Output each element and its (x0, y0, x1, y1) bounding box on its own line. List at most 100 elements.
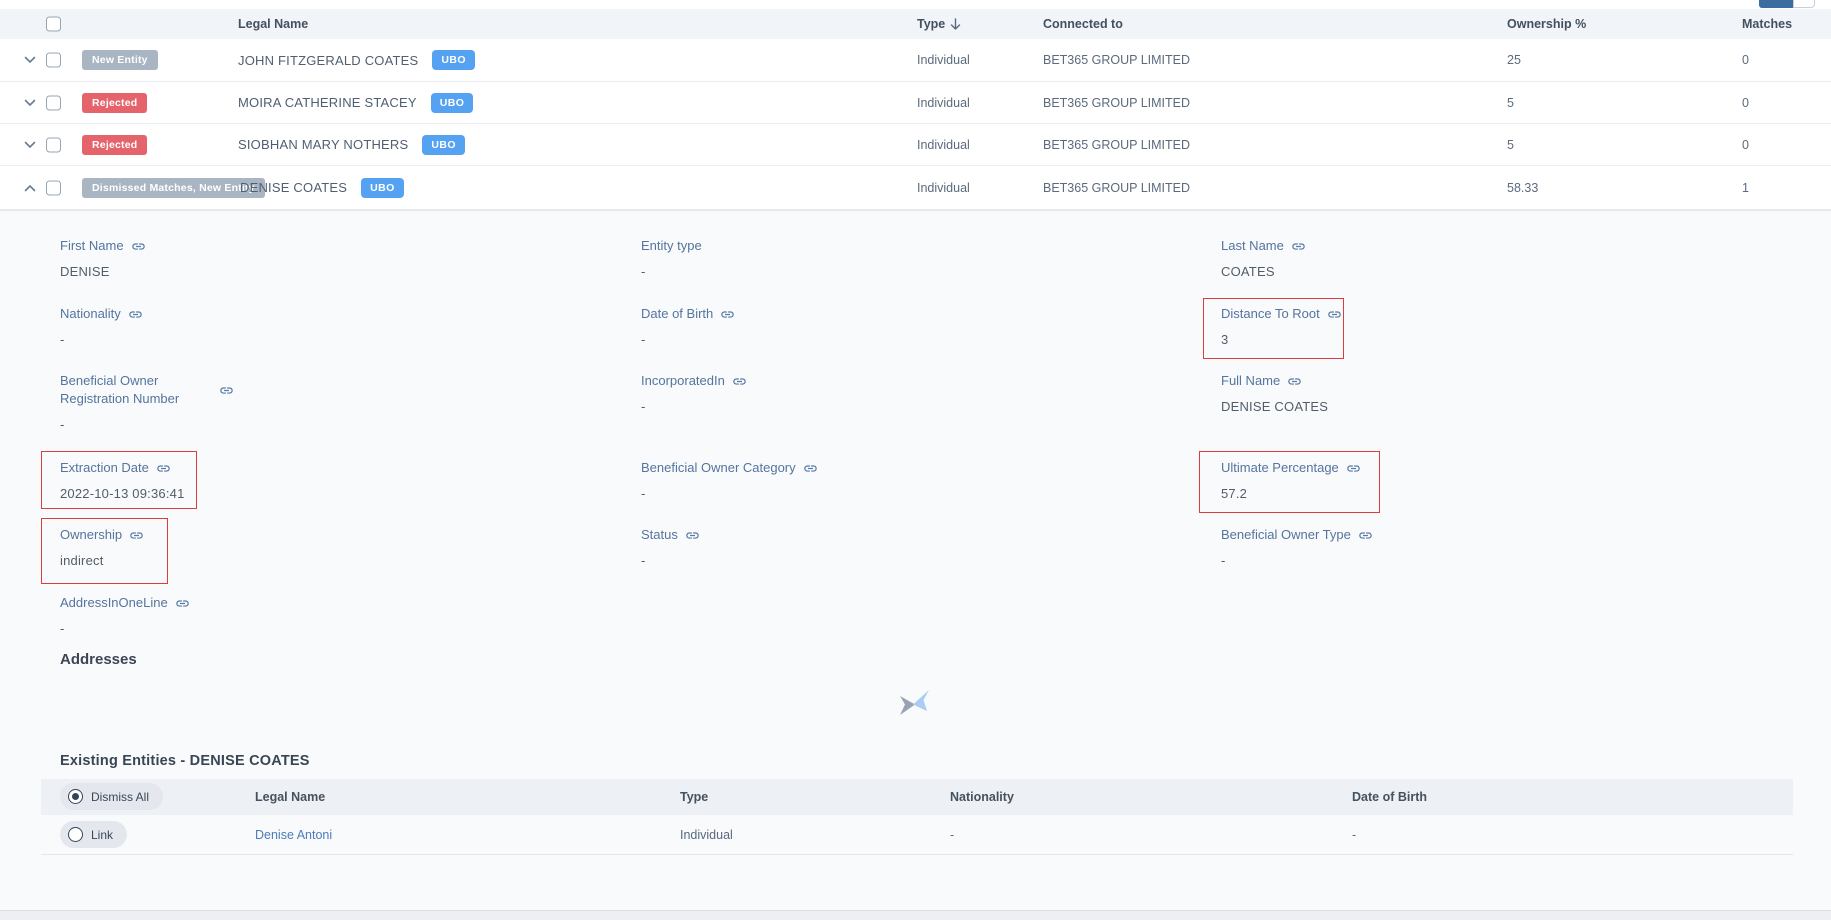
field-extraction-date: Extraction Date 2022-10-13 09:36:41 (60, 459, 185, 501)
column-date-of-birth: Date of Birth (1352, 790, 1427, 804)
ubo-badge: UBO (361, 178, 404, 198)
field-bo-category: Beneficial Owner Category - (641, 459, 818, 501)
link-radio[interactable]: Link (60, 821, 127, 848)
existing-entity-name-link[interactable]: Denise Antoni (255, 828, 332, 842)
field-label: Beneficial Owner Registration Number (60, 372, 212, 408)
existing-entity-dob: - (1352, 828, 1356, 842)
field-incorporated-in: IncorporatedIn - (641, 372, 747, 414)
field-value: - (60, 621, 190, 636)
ownership-cell: 5 (1507, 138, 1514, 152)
ubo-badge: UBO (422, 135, 465, 155)
field-nationality: Nationality - (60, 305, 143, 347)
existing-entity-row[interactable]: Link Denise Antoni Individual - - (41, 815, 1793, 855)
link-icon[interactable] (803, 461, 818, 476)
table-row[interactable]: Rejected SIOBHAN MARY NOTHERS UBO Indivi… (0, 124, 1831, 166)
field-value: 57.2 (1221, 486, 1361, 501)
field-label: Beneficial Owner Category (641, 459, 796, 477)
field-status: Status - (641, 526, 700, 568)
field-value: DENISE (60, 264, 146, 279)
view-toggle-inactive-segment[interactable] (1793, 0, 1815, 8)
ownership-cell: 25 (1507, 53, 1521, 67)
field-label: Ownership (60, 526, 122, 544)
column-type-sort[interactable]: Type (917, 17, 961, 31)
existing-entities-header: Dismiss All Legal Name Type Nationality … (41, 779, 1793, 815)
field-value: - (641, 399, 747, 414)
chevron-up-icon[interactable] (24, 184, 36, 192)
field-label: Entity type (641, 237, 702, 255)
field-label: Distance To Root (1221, 305, 1320, 323)
connected-to-cell: BET365 GROUP LIMITED (1043, 53, 1190, 67)
field-value: - (641, 264, 702, 279)
link-icon[interactable] (156, 461, 171, 476)
field-ultimate-percentage: Ultimate Percentage 57.2 (1221, 459, 1361, 501)
field-label: Beneficial Owner Type (1221, 526, 1351, 544)
status-badge: Rejected (82, 93, 147, 113)
type-cell: Individual (917, 181, 970, 195)
link-icon[interactable] (128, 307, 143, 322)
link-icon[interactable] (1291, 239, 1306, 254)
field-value: 3 (1221, 332, 1342, 347)
link-icon[interactable] (219, 383, 234, 398)
ownership-cell: 5 (1507, 96, 1514, 110)
existing-entity-nationality: - (950, 828, 954, 842)
row-checkbox[interactable] (46, 137, 61, 152)
status-badge: Rejected (82, 135, 147, 155)
view-toggle-active-segment[interactable] (1759, 0, 1793, 8)
link-icon[interactable] (685, 528, 700, 543)
field-label: Last Name (1221, 237, 1284, 255)
field-label: Ultimate Percentage (1221, 459, 1339, 477)
table-row[interactable]: New Entity JOHN FITZGERALD COATES UBO In… (0, 39, 1831, 82)
connected-to-cell: BET365 GROUP LIMITED (1043, 181, 1190, 195)
field-label: Status (641, 526, 678, 544)
row-checkbox[interactable] (46, 180, 61, 195)
link-icon[interactable] (131, 239, 146, 254)
row-checkbox[interactable] (46, 53, 61, 68)
table-header: Legal Name Type Connected to Ownership %… (0, 9, 1831, 39)
column-legal-name: Legal Name (238, 17, 308, 31)
chevron-down-icon[interactable] (24, 56, 36, 64)
link-icon[interactable] (720, 307, 735, 322)
field-value: - (641, 553, 700, 568)
row-checkbox[interactable] (46, 95, 61, 110)
field-label: IncorporatedIn (641, 372, 725, 390)
chevron-down-icon[interactable] (24, 141, 36, 149)
status-badge: Dismissed Matches, New Entity (82, 178, 265, 198)
field-distance-to-root: Distance To Root 3 (1221, 305, 1342, 347)
x-star-logo-icon (897, 689, 931, 719)
field-value: - (60, 332, 143, 347)
matches-cell: 0 (1742, 53, 1749, 67)
bottom-bar (0, 910, 1831, 920)
view-toggle[interactable] (1759, 0, 1815, 8)
link-icon[interactable] (1287, 374, 1302, 389)
type-cell: Individual (917, 138, 970, 152)
field-label: Extraction Date (60, 459, 149, 477)
dismiss-all-radio[interactable]: Dismiss All (60, 783, 163, 810)
select-all-checkbox[interactable] (46, 17, 61, 32)
field-value: COATES (1221, 264, 1306, 279)
type-cell: Individual (917, 53, 970, 67)
entity-detail-panel: First Name DENISE Entity type - Last Nam… (0, 210, 1831, 910)
link-icon[interactable] (732, 374, 747, 389)
link-icon[interactable] (1346, 461, 1361, 476)
sort-desc-icon (950, 18, 961, 31)
field-entity-type: Entity type - (641, 237, 702, 279)
field-value: - (1221, 553, 1373, 568)
table-row-expanded[interactable]: Dismissed Matches, New Entity DENISE COA… (0, 166, 1831, 210)
field-label: First Name (60, 237, 124, 255)
field-label: AddressInOneLine (60, 594, 168, 612)
matches-cell: 1 (1742, 181, 1749, 195)
field-value: indirect (60, 553, 144, 568)
radio-unselected-icon (68, 827, 83, 842)
column-matches: Matches (1742, 17, 1792, 31)
field-bo-type: Beneficial Owner Type - (1221, 526, 1373, 568)
link-icon[interactable] (175, 596, 190, 611)
entity-name: SIOBHAN MARY NOTHERS (238, 137, 408, 152)
table-row[interactable]: Rejected MOIRA CATHERINE STACEY UBO Indi… (0, 82, 1831, 124)
field-full-name: Full Name DENISE COATES (1221, 372, 1328, 414)
addresses-heading: Addresses (60, 651, 137, 668)
chevron-down-icon[interactable] (24, 99, 36, 107)
link-icon[interactable] (129, 528, 144, 543)
link-icon[interactable] (1327, 307, 1342, 322)
existing-entities-heading: Existing Entities - DENISE COATES (60, 753, 310, 769)
link-icon[interactable] (1358, 528, 1373, 543)
